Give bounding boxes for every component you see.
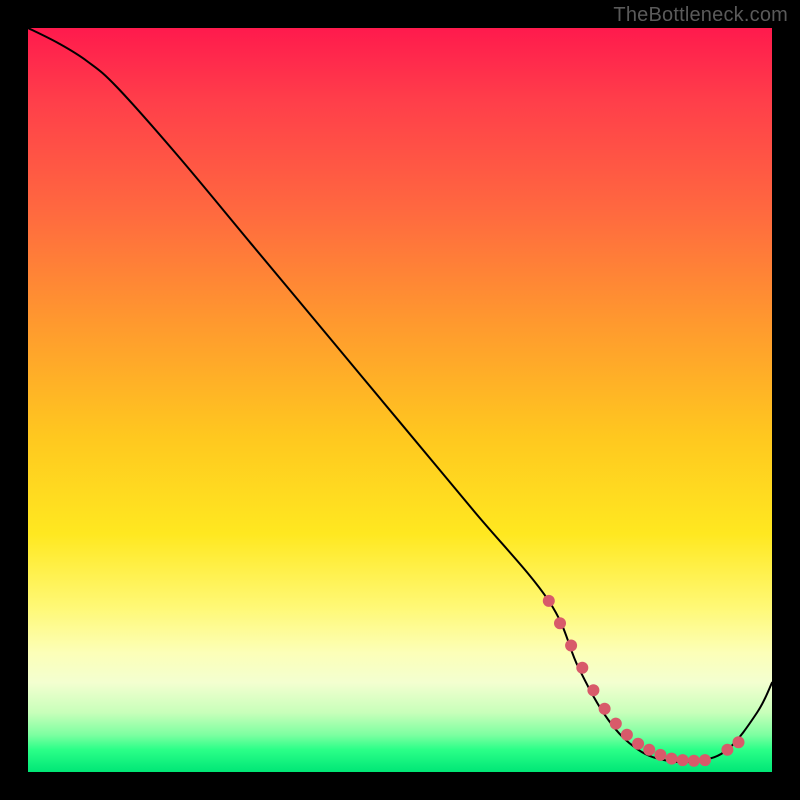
marker-dot xyxy=(721,744,733,756)
marker-dot xyxy=(654,749,666,761)
marker-dot xyxy=(543,595,555,607)
marker-dot xyxy=(677,754,689,766)
marker-dot xyxy=(666,753,678,765)
marker-dot xyxy=(610,718,622,730)
highlight-markers xyxy=(543,595,745,767)
watermark-text: TheBottleneck.com xyxy=(613,4,788,27)
marker-dot xyxy=(554,617,566,629)
bottleneck-curve xyxy=(28,28,772,762)
marker-dot xyxy=(733,736,745,748)
marker-dot xyxy=(699,754,711,766)
chart-frame: TheBottleneck.com xyxy=(0,0,800,800)
marker-dot xyxy=(565,640,577,652)
marker-dot xyxy=(643,744,655,756)
curve-svg xyxy=(28,28,772,772)
marker-dot xyxy=(587,684,599,696)
marker-dot xyxy=(632,738,644,750)
marker-dot xyxy=(621,729,633,741)
marker-dot xyxy=(599,703,611,715)
marker-dot xyxy=(688,755,700,767)
plot-area xyxy=(28,28,772,772)
marker-dot xyxy=(576,662,588,674)
